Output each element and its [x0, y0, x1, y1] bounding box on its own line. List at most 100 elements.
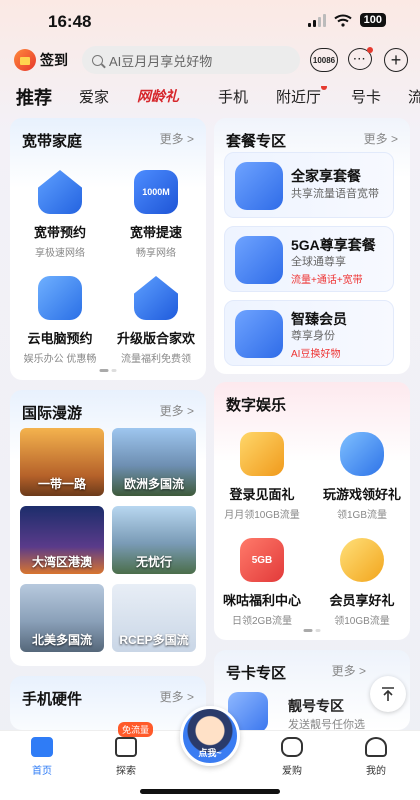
- roaming-item[interactable]: 大湾区港澳: [20, 506, 104, 574]
- nav-shop[interactable]: 爱购: [262, 737, 322, 777]
- broadband-more-link[interactable]: 更多 >: [160, 130, 194, 147]
- numbercard-item-name[interactable]: 靓号专区: [288, 696, 344, 716]
- package-name: 5GA尊享套餐: [291, 237, 376, 253]
- broadband-item[interactable]: 升级版合家欢 流量福利免费领: [108, 276, 204, 365]
- signal-icon: [307, 13, 326, 27]
- gift-icon: [14, 49, 36, 71]
- packages-more-link[interactable]: 更多 >: [364, 130, 398, 147]
- packages-title: 套餐专区: [226, 133, 287, 150]
- vip-coins-icon: [340, 538, 384, 582]
- entertainment-card: 数字娱乐 登录见面礼 月月领10GB流量 玩游戏领好礼 领1GB流量 5GB 咪…: [214, 382, 410, 640]
- package-item[interactable]: 5GA尊享套餐 全球通尊享 流量+通话+宽带: [224, 226, 394, 292]
- hardware-card: 手机硬件 更多 >: [10, 676, 206, 730]
- battery-icon: 100: [359, 13, 386, 27]
- status-time: 16:48: [48, 12, 92, 31]
- item-sub: 日领2GB流量: [231, 616, 292, 627]
- membership-icon: [235, 310, 283, 358]
- nav-home-label: 首页: [32, 766, 52, 777]
- back-to-top-button[interactable]: [370, 676, 406, 712]
- tab-more[interactable]: 流: [408, 86, 420, 107]
- roaming-label: 无忧行: [135, 555, 172, 569]
- signin-button[interactable]: 签到: [14, 49, 68, 71]
- tab-nearby-store[interactable]: 附近厅: [276, 86, 328, 107]
- tab-recommend[interactable]: 推荐: [16, 86, 52, 110]
- package-item[interactable]: 全家享套餐 共享流量语音宽带: [224, 152, 394, 218]
- tab-number-card[interactable]: 号卡: [351, 86, 381, 107]
- roaming-label: 一带一路: [37, 477, 86, 491]
- broadband-item[interactable]: 1000M 宽带提速 畅享网络: [108, 170, 204, 259]
- ai-assistant-button[interactable]: 点我~: [180, 706, 240, 766]
- broadband-title: 宽带家庭: [22, 133, 83, 150]
- router-1000m-icon: 1000M: [134, 170, 178, 214]
- item-name: 玩游戏领好礼: [322, 487, 401, 502]
- roaming-label: RCEP多国流: [119, 633, 189, 647]
- message-icon[interactable]: ···: [348, 47, 373, 70]
- roaming-item[interactable]: 一带一路: [20, 428, 104, 496]
- entertainment-item[interactable]: 登录见面礼 月月领10GB流量: [214, 432, 310, 521]
- unread-dot: [367, 47, 373, 53]
- package-highlight: AI豆换好物: [291, 349, 341, 360]
- hardware-title: 手机硬件: [22, 691, 83, 708]
- package-name: 全家享套餐: [291, 168, 361, 184]
- numbercard-title: 号卡专区: [226, 665, 287, 682]
- 5ga-globe-icon: [235, 236, 283, 284]
- message-icon-dots: ···: [353, 53, 367, 65]
- hardware-more-link[interactable]: 更多 >: [160, 688, 194, 705]
- broadband-item[interactable]: 云电脑预约 娱乐办公 优惠畅: [12, 276, 108, 365]
- plus-icon[interactable]: +: [384, 48, 408, 72]
- entertainment-title: 数字娱乐: [226, 397, 287, 414]
- package-sub: 全球通尊享: [291, 256, 346, 268]
- nav-mine-label: 我的: [366, 766, 386, 777]
- item-name: 宽带预约: [33, 225, 86, 240]
- numbercard-more-link[interactable]: 更多 >: [332, 662, 366, 679]
- family-house-icon: [134, 276, 178, 320]
- roaming-item[interactable]: 北美多国流: [20, 584, 104, 652]
- signin-label: 签到: [40, 52, 68, 68]
- nav-home[interactable]: 首页: [12, 737, 72, 777]
- entertainment-item[interactable]: 5GB 咪咕福利中心 日领2GB流量: [214, 538, 310, 627]
- nav-explore[interactable]: 探索: [96, 737, 156, 777]
- search-input[interactable]: AI豆月月享兑好物: [82, 46, 300, 74]
- item-name: 云电脑预约: [27, 331, 93, 346]
- customer-service-icon[interactable]: 10086: [310, 48, 338, 72]
- item-sub: 流量福利免费领: [121, 354, 191, 365]
- arrow-up-icon: [382, 687, 394, 701]
- entertainment-item[interactable]: 玩游戏领好礼 领1GB流量: [314, 432, 410, 521]
- item-sub: 领1GB流量: [336, 510, 387, 521]
- item-name: 会员享好礼: [329, 593, 395, 608]
- entertainment-item[interactable]: 会员享好礼 领10GB流量: [314, 538, 410, 627]
- package-sub: 尊享身份: [291, 330, 335, 342]
- nav-mine[interactable]: 我的: [346, 737, 406, 777]
- item-sub: 享极速网络: [35, 248, 85, 259]
- item-sub: 畅享网络: [136, 248, 176, 259]
- wifi-house-icon: [38, 170, 82, 214]
- roaming-item[interactable]: 无忧行: [112, 506, 196, 574]
- packages-card: 套餐专区 更多 > 全家享套餐 共享流量语音宽带 5GA尊享套餐 全球通尊享 流…: [214, 118, 410, 374]
- gift-box-icon: [240, 432, 284, 476]
- item-name: 登录见面礼: [229, 487, 295, 502]
- tab-new-dot: [321, 86, 328, 90]
- tab-phone[interactable]: 手机: [218, 86, 248, 107]
- tab-home[interactable]: 爱家: [79, 86, 109, 107]
- home-indicator: [140, 789, 280, 794]
- home-icon: [31, 737, 53, 757]
- roaming-more-link[interactable]: 更多 >: [160, 402, 194, 419]
- search-icon: [92, 54, 103, 66]
- package-name: 智臻会员: [291, 311, 347, 327]
- broadband-card: 宽带家庭 更多 > 宽带预约 享极速网络 1000M 宽带提速 畅享网络 云电脑…: [10, 118, 206, 380]
- package-item[interactable]: 智臻会员 尊享身份 AI豆换好物: [224, 300, 394, 366]
- wifi-icon: [333, 14, 352, 27]
- roaming-item[interactable]: 欧洲多国流: [112, 428, 196, 496]
- person-icon: [365, 737, 387, 757]
- roaming-label: 欧洲多国流: [123, 477, 184, 491]
- top-bar: 签到 AI豆月月享兑好物 10086 ··· +: [0, 46, 420, 76]
- package-highlight: 流量+通话+宽带: [291, 275, 363, 286]
- tab-nearby-store-label: 附近厅: [276, 89, 322, 106]
- roaming-item[interactable]: RCEP多国流: [112, 584, 196, 652]
- cloud-pc-icon: [38, 276, 82, 320]
- pager-dots: [99, 369, 117, 372]
- tab-network-age-gift[interactable]: 网龄礼: [137, 86, 179, 106]
- broadband-item[interactable]: 宽带预约 享极速网络: [12, 170, 108, 259]
- item-name: 宽带提速: [129, 225, 182, 240]
- item-name: 升级版合家欢: [116, 331, 195, 346]
